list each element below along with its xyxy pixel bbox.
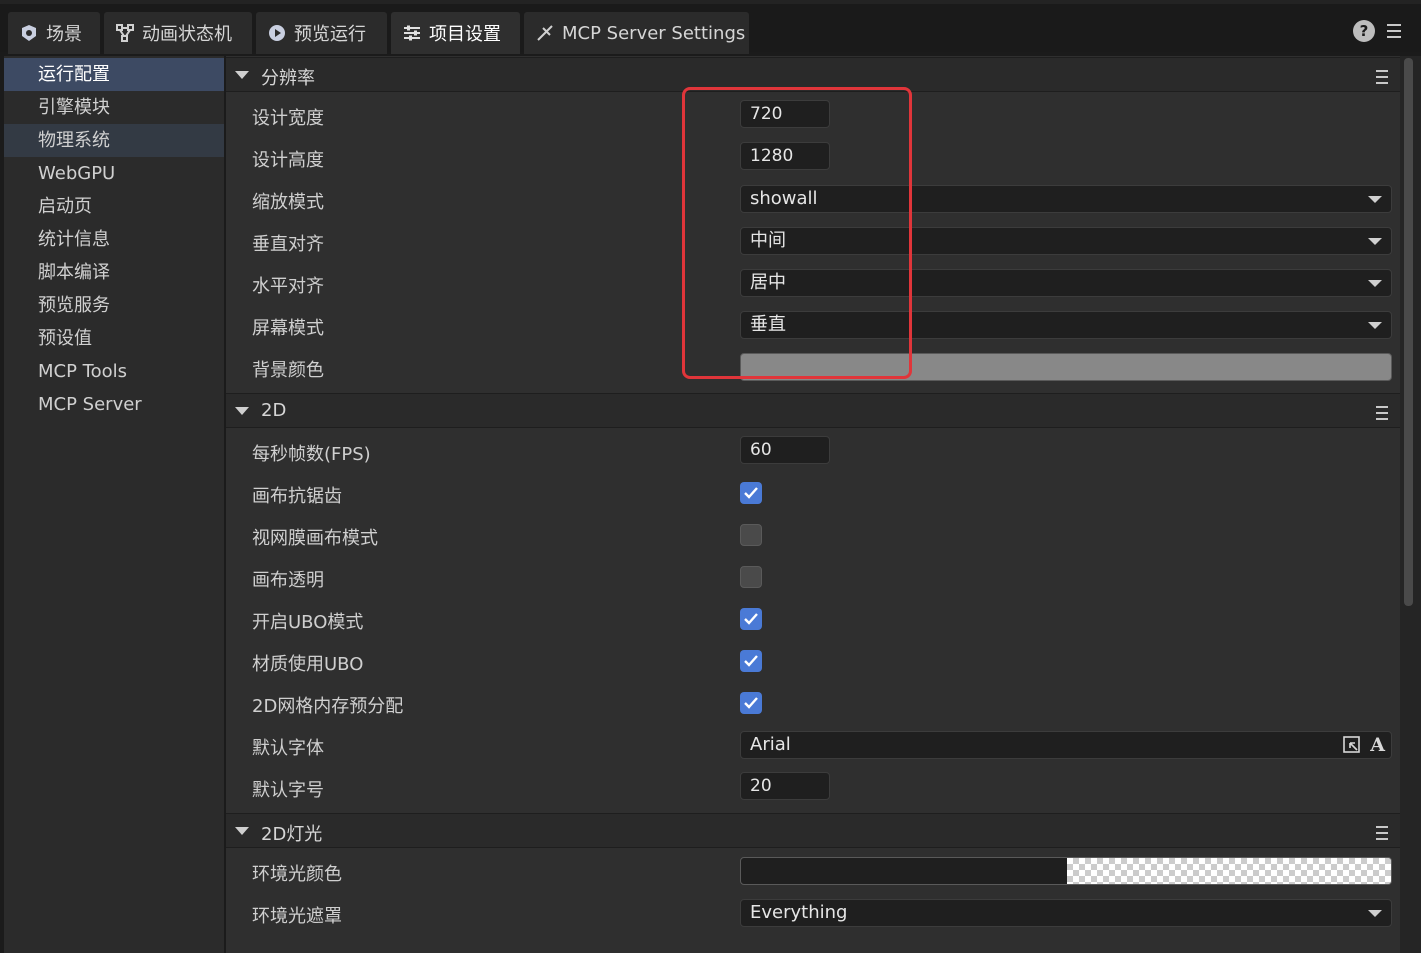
help-icon[interactable]: ? [1353,20,1375,42]
top-tab-bar: 场景 动画状态机 预览运行 项目设置 MCP Server Settings ? [0,0,1421,54]
tab-project-settings[interactable]: 项目设置 [391,12,520,54]
chevron-down-icon [1368,280,1382,287]
design-height-label: 设计高度 [252,150,324,171]
antialias-checkbox[interactable] [740,482,762,504]
section-menu-icon[interactable] [1376,826,1388,844]
scrollbar-thumb[interactable] [1404,58,1413,606]
default-font-field[interactable]: Arial A [740,731,1392,759]
tab-label: 动画状态机 [142,24,232,45]
highlight-annotation-box [682,87,912,379]
antialias-label: 画布抗锯齿 [252,486,342,507]
chevron-down-icon [1368,322,1382,329]
sidebar-item-splash[interactable]: 启动页 [4,190,224,223]
mesh-prealloc-label: 2D网格内存预分配 [252,696,404,717]
section-title: 2D [261,400,287,421]
chevron-down-icon [1368,910,1382,917]
material-ubo-checkbox[interactable] [740,650,762,672]
design-width-label: 设计宽度 [252,108,324,129]
retina-checkbox[interactable] [740,524,762,546]
panel-menu-icon[interactable] [1387,24,1401,42]
ambient-mask-value: Everything [750,902,848,923]
transparent-checkbox[interactable] [740,566,762,588]
settings-sliders-icon [401,22,423,44]
tab-label: 场景 [46,24,82,45]
default-font-size-label: 默认字号 [252,780,324,801]
halign-label: 水平对齐 [252,276,324,297]
tab-scene[interactable]: 场景 [8,12,100,54]
state-machine-icon [114,22,136,44]
scale-mode-label: 缩放模式 [252,192,324,213]
tab-label: 项目设置 [429,24,501,45]
mesh-prealloc-checkbox[interactable] [740,692,762,714]
sidebar-item-mcp-tools[interactable]: MCP Tools [4,355,224,388]
sidebar-item-webgpu[interactable]: WebGPU [4,157,224,190]
section-menu-icon[interactable] [1376,406,1388,424]
default-font-value: Arial [750,734,791,755]
tab-state-machine[interactable]: 动画状态机 [104,12,252,54]
alpha-checker [1067,858,1391,884]
fps-input[interactable]: 60 [740,436,830,464]
section-menu-icon[interactable] [1376,70,1388,88]
sidebar-item-presets[interactable]: 预设值 [4,322,224,355]
ambient-color-label: 环境光颜色 [252,864,342,885]
tab-label: MCP Server Settings [562,22,746,44]
preview-icon [266,22,288,44]
collapse-triangle-icon[interactable] [235,407,249,415]
bg-color-label: 背景颜色 [252,360,324,381]
valign-label: 垂直对齐 [252,234,324,255]
chevron-down-icon [1368,196,1382,203]
plugin-icon [534,22,556,44]
section-title: 分辨率 [261,68,315,89]
collapse-triangle-icon[interactable] [235,71,249,79]
default-font-label: 默认字体 [252,738,324,759]
retina-label: 视网膜画布模式 [252,528,378,549]
sidebar-item-mcp-server[interactable]: MCP Server [4,388,224,421]
section-header-2d-light[interactable]: 2D灯光 [226,813,1400,848]
sidebar-item-stats[interactable]: 统计信息 [4,223,224,256]
ubo-label: 开启UBO模式 [252,612,364,633]
collapse-triangle-icon[interactable] [235,827,249,835]
ambient-mask-select[interactable]: Everything [740,899,1392,927]
ubo-checkbox[interactable] [740,608,762,630]
tab-label: 预览运行 [294,24,366,45]
sidebar-item-preview-service[interactable]: 预览服务 [4,289,224,322]
locate-asset-icon[interactable] [1342,735,1362,763]
main-scrollbar[interactable] [1400,56,1421,953]
ambient-color-picker[interactable] [740,857,1392,885]
fps-label: 每秒帧数(FPS) [252,444,371,465]
scene-icon [18,22,40,44]
default-font-size-input[interactable]: 20 [740,772,830,800]
chevron-down-icon [1368,238,1382,245]
settings-sidebar: 运行配置 引擎模块 物理系统 WebGPU 启动页 统计信息 脚本编译 预览服务… [4,56,224,953]
sidebar-item-physics[interactable]: 物理系统 [4,124,224,157]
transparent-label: 画布透明 [252,570,324,591]
section-title: 2D灯光 [261,824,323,845]
sidebar-item-runtime-config[interactable]: 运行配置 [4,58,224,91]
section-header-2d[interactable]: 2D [226,393,1400,428]
sidebar-item-script-compile[interactable]: 脚本编译 [4,256,224,289]
sidebar-item-engine-modules[interactable]: 引擎模块 [4,91,224,124]
tab-mcp-server-settings[interactable]: MCP Server Settings [524,12,749,54]
screen-mode-label: 屏幕模式 [252,318,324,339]
material-ubo-label: 材质使用UBO [252,654,364,675]
font-icon[interactable]: A [1370,735,1385,763]
ambient-mask-label: 环境光遮罩 [252,906,342,927]
tab-preview[interactable]: 预览运行 [256,12,387,54]
